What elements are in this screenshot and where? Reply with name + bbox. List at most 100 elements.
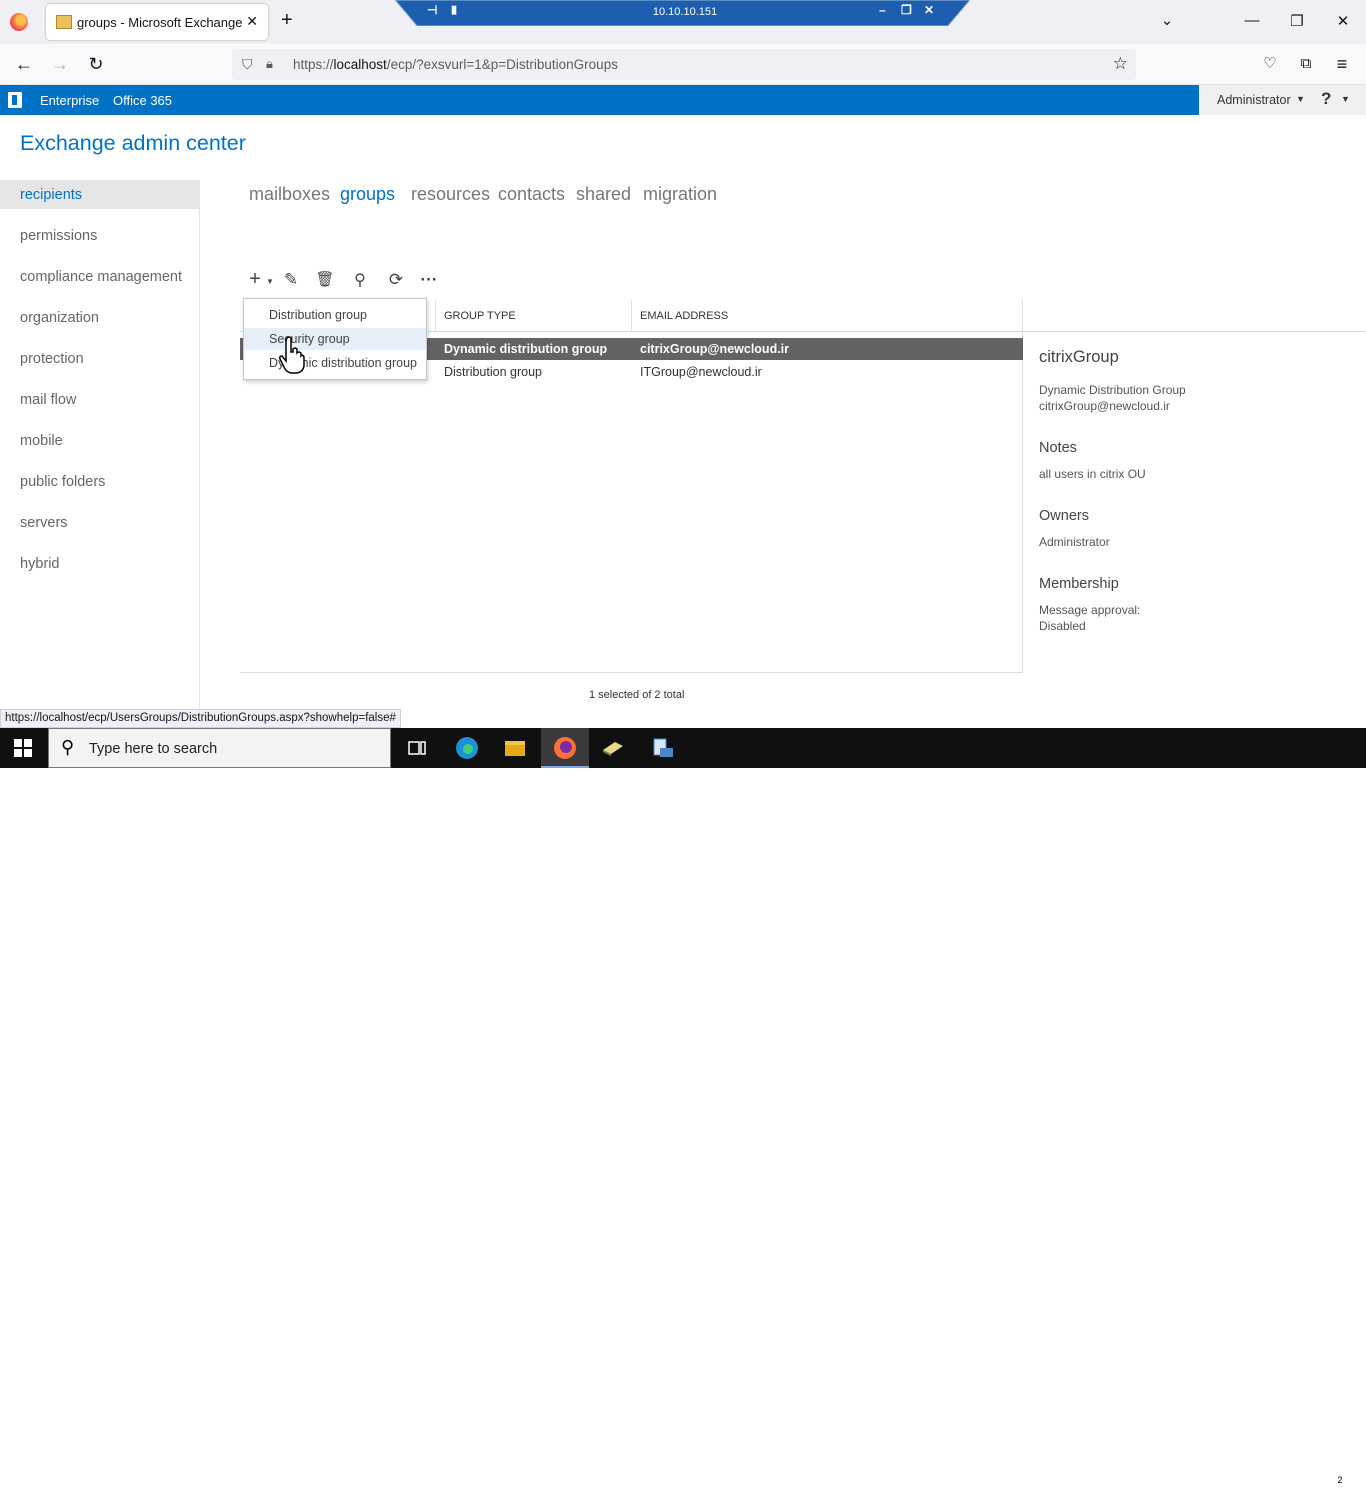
- volume-muted-icon[interactable]: 🔇︎: [1229, 1467, 1238, 1484]
- more-options-icon[interactable]: ···: [418, 270, 440, 290]
- office-logo-icon[interactable]: [8, 92, 22, 108]
- edge-browser-icon[interactable]: [443, 728, 491, 768]
- caret-down-icon[interactable]: ▼: [1341, 94, 1350, 104]
- browser-tab[interactable]: groups - Microsoft Exchange ✕: [46, 4, 268, 40]
- details-owner: Administrator: [1039, 535, 1110, 549]
- task-view-icon[interactable]: [393, 728, 441, 768]
- url-text[interactable]: https://localhost/ecp/?exsvurl=1&p=Distr…: [293, 57, 618, 72]
- windows-taskbar: ⚲ Type here to search ∧ ⧉ 🖵︎ 🔇︎ 4:48 PM …: [0, 728, 1366, 1492]
- column-header-email-address[interactable]: EMAIL ADDRESS: [640, 310, 728, 322]
- tab-groups[interactable]: groups: [340, 184, 395, 205]
- windows-start-icon[interactable]: [14, 739, 32, 757]
- details-pane: citrixGroup Dynamic Distribution Group c…: [1024, 332, 1366, 672]
- nav-hybrid[interactable]: hybrid: [0, 549, 199, 578]
- hand-pointer-cursor-icon: [279, 336, 305, 374]
- details-notes-text: all users in citrix OU: [1039, 467, 1146, 481]
- column-divider: [435, 300, 436, 331]
- enterprise-link[interactable]: Enterprise: [40, 93, 99, 108]
- nav-mail-flow[interactable]: mail flow: [0, 385, 199, 414]
- window-minimize-icon[interactable]: —: [1242, 12, 1262, 29]
- forward-arrow-icon[interactable]: →: [49, 54, 71, 74]
- tracking-shield-icon[interactable]: ⛉: [242, 56, 253, 73]
- tab-migration[interactable]: migration: [643, 184, 717, 205]
- office365-link[interactable]: Office 365: [113, 93, 172, 108]
- taskbar-search-placeholder: Type here to search: [89, 741, 218, 757]
- rdp-close-icon[interactable]: ✕: [924, 3, 934, 17]
- rdp-restore-icon[interactable]: ❐: [901, 3, 912, 17]
- security-tray-icon[interactable]: ⧉: [1180, 1467, 1190, 1484]
- browser-navigation-bar: ← → ↻ ⛉ 🔒︎ https://localhost/ecp/?exsvur…: [0, 44, 1366, 85]
- new-caret-icon[interactable]: ▼: [259, 277, 281, 286]
- extensions-icon[interactable]: ⧉: [1295, 54, 1317, 74]
- pocket-icon[interactable]: ♡: [1259, 54, 1281, 74]
- network-tray-icon[interactable]: 🖵︎: [1205, 1467, 1219, 1484]
- search-magnifier-icon: ⚲: [61, 737, 75, 757]
- address-bar[interactable]: ⛉ 🔒︎ https://localhost/ecp/?exsvurl=1&p=…: [232, 49, 1136, 80]
- file-explorer-icon[interactable]: [491, 728, 539, 768]
- details-notes-title: Notes: [1039, 440, 1077, 456]
- nav-mobile[interactable]: mobile: [0, 426, 199, 455]
- details-membership-title: Membership: [1039, 576, 1119, 592]
- firefox-taskbar-icon[interactable]: [541, 728, 589, 768]
- server-manager-icon[interactable]: [639, 728, 687, 768]
- menu-item-dynamic-distribution-group[interactable]: Dynamic distribution group: [244, 352, 426, 374]
- selection-count: 1 selected of 2 total: [589, 689, 685, 701]
- nav-public-folders[interactable]: public folders: [0, 467, 199, 496]
- new-tab-icon[interactable]: +: [281, 10, 293, 30]
- window-restore-icon[interactable]: ❐: [1287, 12, 1307, 30]
- browser-tab-bar: groups - Microsoft Exchange ✕ + ⊣ ▮ 10.1…: [0, 0, 1366, 44]
- nav-compliance-management[interactable]: compliance management: [0, 262, 199, 291]
- left-navigation: recipients permissions compliance manage…: [0, 180, 200, 710]
- firefox-menu-icon[interactable]: [10, 13, 28, 31]
- menu-item-distribution-group[interactable]: Distribution group: [244, 304, 426, 326]
- cell-group-type: Dynamic distribution group: [444, 342, 608, 356]
- refresh-icon[interactable]: ⟳: [385, 270, 407, 290]
- details-owners-title: Owners: [1039, 508, 1089, 524]
- notification-count-badge: 2: [1333, 1473, 1347, 1487]
- link-status-bar: https://localhost/ecp/UsersGroups/Distri…: [0, 709, 401, 728]
- page-title: Exchange admin center: [20, 131, 246, 155]
- help-icon[interactable]: ?: [1321, 89, 1331, 109]
- rdp-connection-bar: ⊣ ▮ 10.10.10.151 – ❐ ✕: [395, 0, 970, 26]
- tab-contacts[interactable]: contacts: [498, 184, 565, 205]
- rdp-minimize-icon[interactable]: –: [879, 3, 886, 17]
- app-menu-icon[interactable]: ≡: [1331, 54, 1353, 74]
- office-suite-bar: Enterprise Office 365 Administrator ▼ ? …: [0, 85, 1366, 115]
- edit-pencil-icon[interactable]: ✎: [280, 270, 302, 290]
- nav-servers[interactable]: servers: [0, 508, 199, 537]
- bookmark-star-icon[interactable]: ☆: [1113, 54, 1128, 74]
- tab-shared[interactable]: shared: [576, 184, 631, 205]
- details-approval-label: Message approval:: [1039, 603, 1141, 617]
- tab-list-chevron-icon[interactable]: ⌄: [1157, 11, 1177, 29]
- column-divider: [1022, 300, 1023, 331]
- pin-icon[interactable]: ⊣: [427, 3, 437, 17]
- search-icon[interactable]: ⚲: [349, 270, 371, 290]
- details-group-name: citrixGroup: [1039, 348, 1119, 366]
- nav-organization[interactable]: organization: [0, 303, 199, 332]
- delete-trash-icon[interactable]: 🗑︎: [314, 270, 336, 288]
- nav-permissions[interactable]: permissions: [0, 221, 199, 250]
- clock-time[interactable]: 4:48 PM: [1275, 1460, 1325, 1474]
- close-tab-icon[interactable]: ✕: [246, 13, 258, 30]
- cell-group-type: Distribution group: [444, 365, 542, 379]
- nav-recipients[interactable]: recipients: [0, 180, 199, 209]
- show-hidden-icons-chevron-icon[interactable]: ∧: [1157, 1467, 1167, 1484]
- user-area: Administrator ▼ ? ▼: [1199, 85, 1366, 115]
- user-menu[interactable]: Administrator: [1217, 93, 1291, 107]
- column-divider: [631, 300, 632, 331]
- tab-mailboxes[interactable]: mailboxes: [249, 184, 330, 205]
- column-header-group-type[interactable]: GROUP TYPE: [444, 310, 516, 322]
- app-book-icon[interactable]: [589, 728, 637, 768]
- clock-date[interactable]: 5/20/2023: [1273, 1478, 1327, 1492]
- cell-email-address: citrixGroup@newcloud.ir: [640, 342, 790, 356]
- tab-title: groups - Microsoft Exchange: [77, 15, 243, 30]
- caret-down-icon[interactable]: ▼: [1296, 94, 1305, 104]
- tab-resources[interactable]: resources: [411, 184, 490, 205]
- menu-item-security-group[interactable]: Security group: [244, 328, 426, 350]
- taskbar-search-box[interactable]: ⚲ Type here to search: [48, 728, 391, 768]
- reload-icon[interactable]: ↻: [85, 54, 107, 74]
- window-close-icon[interactable]: ✕: [1333, 12, 1353, 30]
- nav-protection[interactable]: protection: [0, 344, 199, 373]
- lock-icon[interactable]: 🔒︎: [266, 56, 273, 72]
- back-arrow-icon[interactable]: ←: [13, 54, 35, 74]
